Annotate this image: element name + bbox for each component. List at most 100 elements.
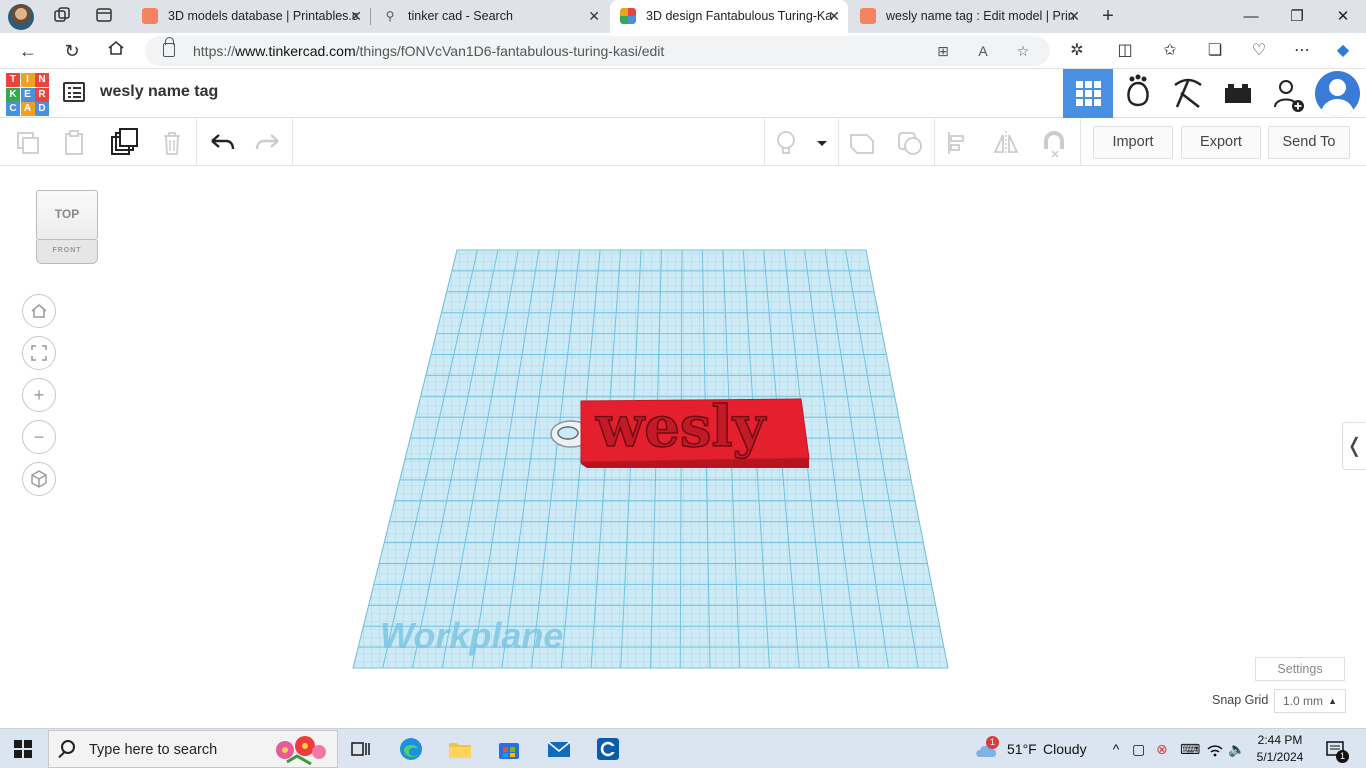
tab-printables-edit[interactable]: wesly name tag : Edit model | Prin ✕ <box>850 0 1088 33</box>
file-explorer-icon[interactable] <box>446 735 474 763</box>
tab-title: tinker cad - Search <box>408 9 513 23</box>
minimize-button[interactable]: — <box>1228 0 1274 33</box>
delete-trash-icon[interactable] <box>156 127 188 159</box>
3d-view-button[interactable] <box>1063 69 1113 118</box>
group-shape-icon[interactable] <box>846 127 878 159</box>
3d-workspace[interactable]: TOP FRONT + − Workplane wesly ❬ Settings… <box>4 166 1366 726</box>
copy-icon[interactable] <box>12 127 44 159</box>
task-view-icon[interactable] <box>346 735 374 763</box>
logo-tile: D <box>35 102 49 116</box>
logo-tile: C <box>6 102 20 116</box>
refresh-icon[interactable]: ↻ <box>60 39 84 63</box>
lock-icon <box>163 37 175 57</box>
mirror-icon[interactable] <box>990 127 1022 159</box>
browser-tab-bar: 3D models database | Printables.c ✕ ⚲ ti… <box>0 0 1366 33</box>
read-aloud-icon[interactable]: A <box>973 41 993 61</box>
tinkercad-icon <box>620 8 636 24</box>
close-icon[interactable]: ✕ <box>1068 0 1080 33</box>
collections-icon[interactable]: ❏ <box>1203 39 1227 63</box>
close-icon[interactable]: ✕ <box>588 0 600 33</box>
cruise-magnet-icon[interactable] <box>1038 127 1070 159</box>
user-avatar[interactable] <box>1315 71 1360 116</box>
wifi-icon[interactable] <box>1206 729 1224 768</box>
tab-printables[interactable]: 3D models database | Printables.c ✕ <box>132 0 370 33</box>
chevron-down-icon[interactable] <box>806 127 838 159</box>
snap-grid-select[interactable]: 1.0 mm ▲ <box>1274 689 1346 713</box>
taskbar-clock[interactable]: 2:44 PM 5/1/2024 <box>1250 732 1310 766</box>
logo-tile: A <box>20 102 35 116</box>
split-screen-icon[interactable]: ◫ <box>1113 39 1137 63</box>
name-tag-text: wesly <box>595 394 767 460</box>
more-menu-icon[interactable]: ⋯ <box>1290 39 1314 63</box>
favorite-star-icon[interactable]: ☆ <box>1013 41 1033 61</box>
input-language-icon[interactable]: ⌨ <box>1180 729 1200 768</box>
clock-date: 5/1/2024 <box>1256 750 1304 764</box>
network-error-icon[interactable]: ⊗ <box>1156 729 1168 768</box>
tab-title: 3D design Fantabulous Turing-Ka <box>646 9 833 23</box>
notification-center-icon[interactable]: 1 <box>1326 729 1349 768</box>
new-tab-button[interactable]: + <box>1098 6 1118 26</box>
favorites-icon[interactable]: ✩ <box>1158 39 1182 63</box>
design-list-icon[interactable] <box>63 82 85 102</box>
lightbulb-notes-icon[interactable] <box>770 127 802 159</box>
invite-user-button[interactable] <box>1263 69 1313 118</box>
restore-button[interactable]: ❐ <box>1274 0 1320 33</box>
tinkercad-logo[interactable]: TIN KER CAD <box>6 73 49 116</box>
workplane-scene[interactable]: Workplane wesly <box>4 166 1366 726</box>
meet-now-icon[interactable]: ▢ <box>1132 729 1145 768</box>
design-title[interactable]: wesly name tag <box>100 83 218 101</box>
browser-profile-avatar[interactable] <box>8 4 34 30</box>
printables-icon <box>860 8 876 24</box>
send-to-button[interactable]: Send To <box>1268 126 1350 159</box>
back-arrow-icon[interactable]: ← <box>16 39 40 63</box>
windows-start-icon[interactable] <box>14 740 32 758</box>
duplicate-icon[interactable] <box>108 127 140 159</box>
logo-tile: R <box>35 87 49 102</box>
mail-icon[interactable] <box>545 735 573 763</box>
address-bar-row: ← ↻ https://www.tinkercad.com/things/fON… <box>0 33 1366 69</box>
paste-icon[interactable] <box>58 127 90 159</box>
url-input[interactable]: https://www.tinkercad.com/things/fONVcVa… <box>145 36 1050 66</box>
name-tag-object[interactable]: wesly <box>580 393 810 468</box>
import-button[interactable]: Import <box>1093 126 1173 159</box>
settings-button[interactable]: Settings <box>1255 657 1345 681</box>
redo-icon[interactable] <box>252 127 284 159</box>
printables-icon <box>142 8 158 24</box>
microsoft-store-icon[interactable] <box>495 735 523 763</box>
home-icon[interactable] <box>104 39 128 63</box>
hand-icon <box>1127 74 1149 107</box>
export-button[interactable]: Export <box>1181 126 1261 159</box>
close-window-button[interactable]: ✕ <box>1320 0 1366 33</box>
extensions-icon[interactable]: ✲ <box>1065 39 1089 63</box>
align-icon[interactable] <box>942 127 974 159</box>
show-hidden-icons-chevron-icon[interactable]: ^ <box>1108 729 1124 768</box>
tab-actions-icon[interactable] <box>94 6 114 26</box>
edge-browser-icon[interactable] <box>397 735 425 763</box>
browser-essentials-icon[interactable]: ♡ <box>1247 39 1271 63</box>
tab-tinkercad[interactable]: 3D design Fantabulous Turing-Ka ✕ <box>610 0 848 33</box>
clock-time: 2:44 PM <box>1257 733 1303 747</box>
workplane-label: Workplane <box>380 615 563 656</box>
panel-collapse-toggle[interactable]: ❬ <box>1342 422 1366 470</box>
close-icon[interactable]: ✕ <box>350 0 362 33</box>
tab-search[interactable]: ⚲ tinker cad - Search ✕ <box>372 0 608 33</box>
build-bricks-button[interactable] <box>1163 69 1213 118</box>
logo-tile: T <box>6 73 20 87</box>
logo-tile: I <box>20 73 35 87</box>
search-icon: ⚲ <box>385 9 395 23</box>
ungroup-shape-icon[interactable] <box>894 127 926 159</box>
blocks-view-button[interactable] <box>1113 69 1163 118</box>
volume-icon[interactable]: 🔈 <box>1228 729 1245 768</box>
app-available-icon[interactable]: ⊞ <box>933 41 953 61</box>
logo-tile: E <box>20 87 35 102</box>
grid-icon <box>1076 81 1101 106</box>
pickaxe-icon <box>1174 78 1202 108</box>
lego-bricks-button[interactable] <box>1213 69 1263 118</box>
app-c-icon[interactable] <box>594 735 622 763</box>
undo-icon[interactable] <box>206 127 238 159</box>
taskbar-search-input[interactable]: Type here to search <box>48 730 338 768</box>
notification-count-badge: 1 <box>1336 750 1349 763</box>
close-icon[interactable]: ✕ <box>828 0 840 33</box>
copilot-icon[interactable]: ◆ <box>1331 39 1355 63</box>
workspaces-icon[interactable] <box>52 6 72 26</box>
